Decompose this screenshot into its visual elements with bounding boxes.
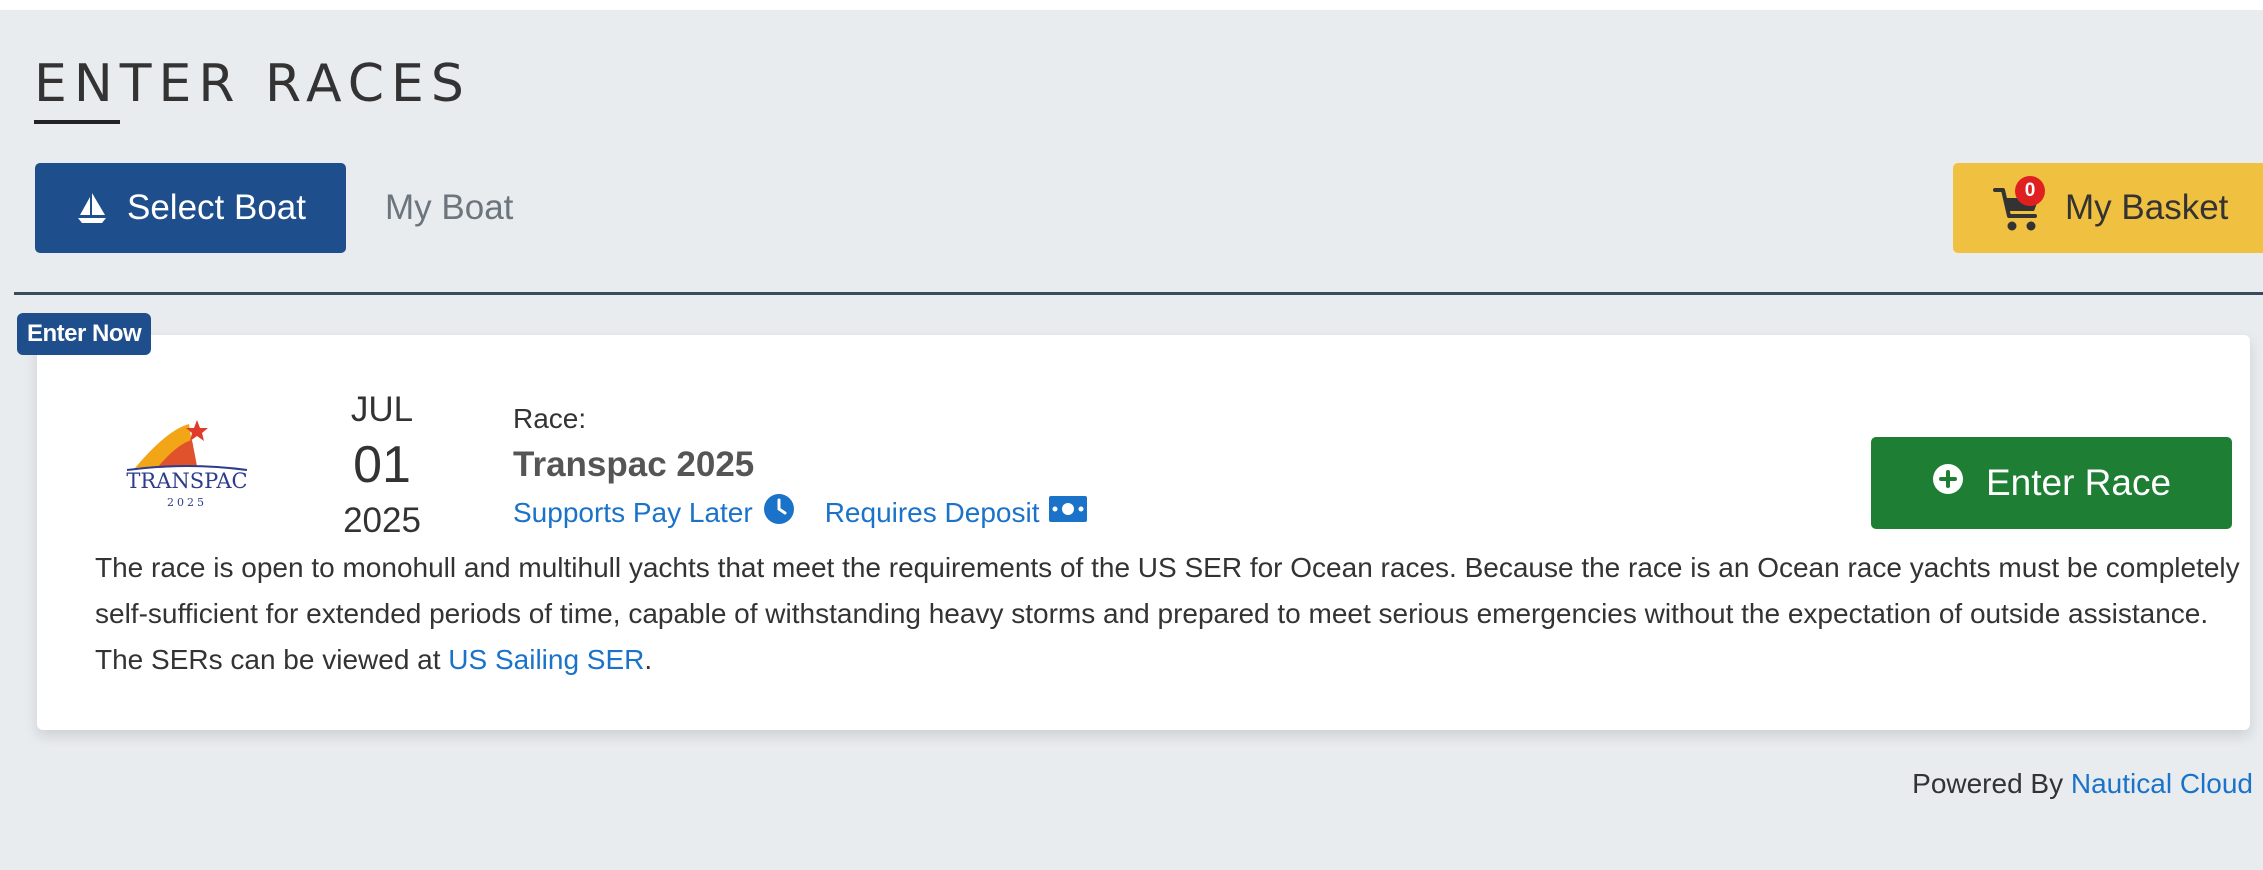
powered-by: Powered By Nautical Cloud [1912, 768, 2253, 800]
basket-count-badge: 0 [2015, 176, 2045, 206]
select-boat-label: Select Boat [127, 188, 306, 227]
enter-race-button[interactable]: Enter Race [1871, 437, 2232, 529]
my-boat-link[interactable]: My Boat [385, 163, 513, 253]
logo-year: 2025 [167, 496, 207, 509]
deposit-feature[interactable]: Requires Deposit [825, 496, 1088, 529]
race-features: Supports Pay Later Requires Deposit [513, 493, 1088, 532]
race-name: Transpac 2025 [513, 445, 755, 484]
page-title: ENTER RACES [34, 54, 471, 114]
race-date-year: 2025 [343, 501, 421, 540]
us-sailing-ser-link[interactable]: US Sailing SER [448, 644, 644, 675]
select-boat-button[interactable]: Select Boat [35, 163, 346, 253]
pay-later-label: Supports Pay Later [513, 496, 753, 528]
sailboat-icon [75, 191, 109, 225]
page-panel: ENTER RACES Select Boat My Boat 0 My Bas… [0, 10, 2263, 870]
my-basket-button[interactable]: 0 My Basket [1953, 163, 2263, 253]
nautical-cloud-link[interactable]: Nautical Cloud [2071, 768, 2253, 799]
status-badge: Enter Now [17, 313, 152, 355]
race-card: TRANSPAC 2025 JUL 01 2025 Race: Transpac… [37, 335, 2250, 730]
race-date-day: 01 [353, 436, 411, 494]
my-basket-label: My Basket [2065, 188, 2229, 227]
money-icon [1049, 496, 1088, 529]
race-date-month: JUL [350, 390, 414, 429]
pay-later-feature[interactable]: Supports Pay Later [513, 493, 795, 532]
cart-icon: 0 [1993, 176, 2045, 234]
powered-by-label: Powered By [1912, 768, 2064, 799]
race-label: Race: [513, 403, 587, 434]
race-description: The race is open to monohull and multihu… [95, 545, 2245, 683]
race-description-end: . [644, 644, 653, 675]
race-logo: TRANSPAC 2025 [97, 410, 277, 510]
deposit-label: Requires Deposit [824, 496, 1040, 528]
enter-race-label: Enter Race [1985, 462, 2172, 503]
plus-circle-icon [1932, 462, 1964, 504]
race-description-text: The race is open to monohull and multihu… [95, 552, 2240, 675]
header-divider [14, 292, 2263, 295]
clock-icon [763, 493, 795, 532]
logo-text: TRANSPAC [126, 469, 247, 493]
title-underline [34, 120, 120, 124]
